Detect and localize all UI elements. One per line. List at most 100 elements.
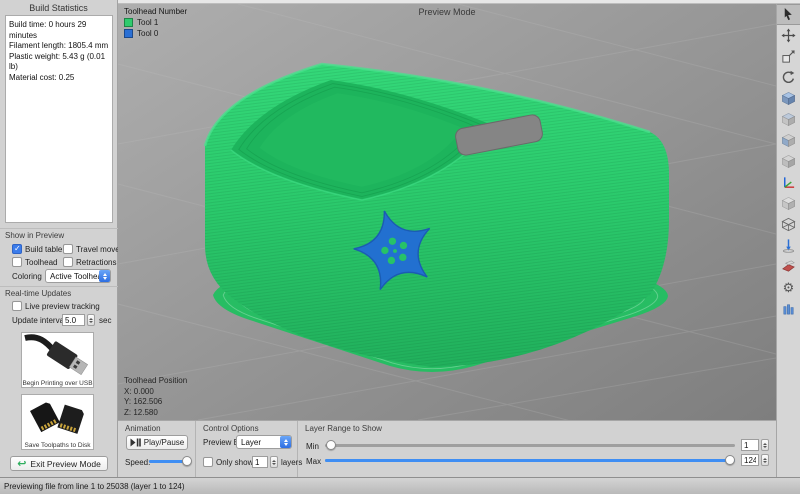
build-table-checkbox[interactable] xyxy=(12,244,22,254)
control-options-title: Control Options xyxy=(203,424,259,433)
only-show-input[interactable] xyxy=(252,456,268,468)
wireframe-box-tool[interactable] xyxy=(777,214,800,235)
legend-row-tool1: Tool 1 xyxy=(124,18,187,27)
plumb-z-icon xyxy=(781,238,796,253)
live-preview-tracking-label: Live preview tracking xyxy=(25,302,100,311)
play-pause-icon xyxy=(130,438,141,447)
min-layer-slider[interactable] xyxy=(325,441,735,450)
view-toolbar: ⚙ xyxy=(776,4,800,477)
tool0-label: Tool 0 xyxy=(137,29,158,38)
select-cursor-icon xyxy=(781,7,796,22)
build-statistics-title: Build Statistics xyxy=(0,3,117,13)
coloring-value: Active Toolhead xyxy=(46,272,99,281)
speed-slider-thumb[interactable] xyxy=(182,456,192,466)
toolhead-x: X: 0.000 xyxy=(124,387,187,398)
support-structures-icon xyxy=(781,301,796,316)
back-arrow-icon: ↩ xyxy=(17,459,26,469)
max-layer-slider[interactable] xyxy=(325,456,735,465)
travel-moves-label: Travel moves xyxy=(76,245,124,254)
stat-build-time: Build time: 0 hours 29 minutes xyxy=(9,20,109,41)
max-layer-input[interactable] xyxy=(741,454,759,466)
live-preview-tracking-checkbox[interactable] xyxy=(12,301,22,311)
support-structures-tool[interactable] xyxy=(777,298,800,319)
sd-cards-image xyxy=(22,395,93,437)
select-cursor-tool[interactable] xyxy=(777,4,800,25)
rotate-tool[interactable] xyxy=(777,67,800,88)
tool1-label: Tool 1 xyxy=(137,18,158,27)
update-interval-input[interactable] xyxy=(62,314,85,326)
view-cube-default[interactable] xyxy=(777,88,800,109)
tool1-color-swatch xyxy=(124,18,133,27)
coordinate-axes-tool[interactable] xyxy=(777,172,800,193)
save-toolpaths-button[interactable]: Save Toolpaths to Disk xyxy=(21,394,94,450)
legend-row-tool0: Tool 0 xyxy=(124,29,187,38)
cross-section-tool[interactable] xyxy=(777,256,800,277)
only-show-label: Only show xyxy=(216,458,253,467)
travel-moves-checkbox[interactable] xyxy=(63,244,73,254)
toolhead-y: Y: 162.506 xyxy=(124,397,187,408)
plumb-z-tool[interactable] xyxy=(777,235,800,256)
layer-range-title: Layer Range to Show xyxy=(305,424,382,433)
min-slider-thumb[interactable] xyxy=(326,440,336,450)
cube-blue-icon xyxy=(781,91,796,106)
max-label: Max xyxy=(306,457,321,466)
preview-by-value: Layer xyxy=(237,438,280,447)
scale-icon xyxy=(781,49,796,64)
cube-gray-front-icon xyxy=(781,133,796,148)
build-table-label: Build table xyxy=(25,245,62,254)
view-cube-side[interactable] xyxy=(777,151,800,172)
coordinate-axes-icon xyxy=(781,175,796,190)
view-cube-iso[interactable] xyxy=(777,193,800,214)
move-tool[interactable] xyxy=(777,25,800,46)
toolhead-position-readout: Toolhead Position X: 0.000 Y: 162.506 Z:… xyxy=(124,376,187,418)
exit-button-label: Exit Preview Mode xyxy=(30,459,100,469)
status-text: Previewing file from line 1 to 25038 (la… xyxy=(4,482,185,491)
retractions-label: Retractions xyxy=(76,258,116,267)
stat-material-cost: Material cost: 0.25 xyxy=(9,73,109,84)
cross-section-icon xyxy=(781,259,796,274)
max-slider-thumb[interactable] xyxy=(725,455,735,465)
scale-tool[interactable] xyxy=(777,46,800,67)
update-interval-label: Update interval xyxy=(12,316,66,325)
toolhead-checkbox[interactable] xyxy=(12,257,22,267)
min-layer-stepper[interactable] xyxy=(761,439,769,451)
show-in-preview-header: Show in Preview xyxy=(5,231,64,240)
status-bar: Previewing file from line 1 to 25038 (la… xyxy=(0,477,800,494)
max-layer-stepper[interactable] xyxy=(761,454,769,466)
coloring-select[interactable]: Active Toolhead xyxy=(45,269,111,283)
simplify3d-preview-window: Build Statistics Build time: 0 hours 29 … xyxy=(0,0,800,494)
only-show-checkbox[interactable] xyxy=(203,457,213,467)
preview-mode-label: Preview Mode xyxy=(118,7,776,17)
sd-button-label: Save Toolpaths to Disk xyxy=(22,442,93,451)
view-cube-front[interactable] xyxy=(777,130,800,151)
left-panel: Build Statistics Build time: 0 hours 29 … xyxy=(0,0,118,477)
stat-plastic-weight: Plastic weight: 5.43 g (0.01 lb) xyxy=(9,52,109,73)
usb-plug-image xyxy=(22,333,93,375)
coloring-label: Coloring xyxy=(12,272,42,281)
retractions-checkbox[interactable] xyxy=(63,257,73,267)
preview-controls-bar: Animation Play/Pause Speed: Control Opti… xyxy=(118,420,776,477)
view-cube-top[interactable] xyxy=(777,109,800,130)
settings-tool[interactable]: ⚙ xyxy=(777,277,800,298)
speed-slider[interactable] xyxy=(149,457,189,466)
build-statistics-box: Build time: 0 hours 29 minutes Filament … xyxy=(5,15,113,223)
animation-group: Animation Play/Pause Speed: xyxy=(118,421,196,478)
min-label: Min xyxy=(306,442,319,451)
3d-viewport[interactable]: Toolhead Number Tool 1 Tool 0 Preview Mo… xyxy=(118,4,776,420)
divider xyxy=(0,228,118,229)
play-pause-button[interactable]: Play/Pause xyxy=(126,435,188,450)
min-layer-input[interactable] xyxy=(741,439,759,451)
stat-filament-length: Filament length: 1805.4 mm xyxy=(9,41,109,52)
preview-by-select[interactable]: Layer xyxy=(236,435,292,449)
only-show-stepper[interactable] xyxy=(270,456,278,468)
exit-preview-mode-button[interactable]: ↩ Exit Preview Mode xyxy=(10,456,108,471)
3d-scene xyxy=(118,4,776,420)
cube-gray-icon xyxy=(781,154,796,169)
toolhead-z: Z: 12.580 xyxy=(124,408,187,419)
rotate-icon xyxy=(781,70,796,85)
begin-printing-usb-button[interactable]: Begin Printing over USB xyxy=(21,332,94,388)
realtime-updates-header: Real-time Updates xyxy=(5,289,71,298)
animation-title: Animation xyxy=(125,424,161,433)
cube-light-icon xyxy=(781,196,796,211)
update-interval-stepper[interactable] xyxy=(87,314,95,326)
